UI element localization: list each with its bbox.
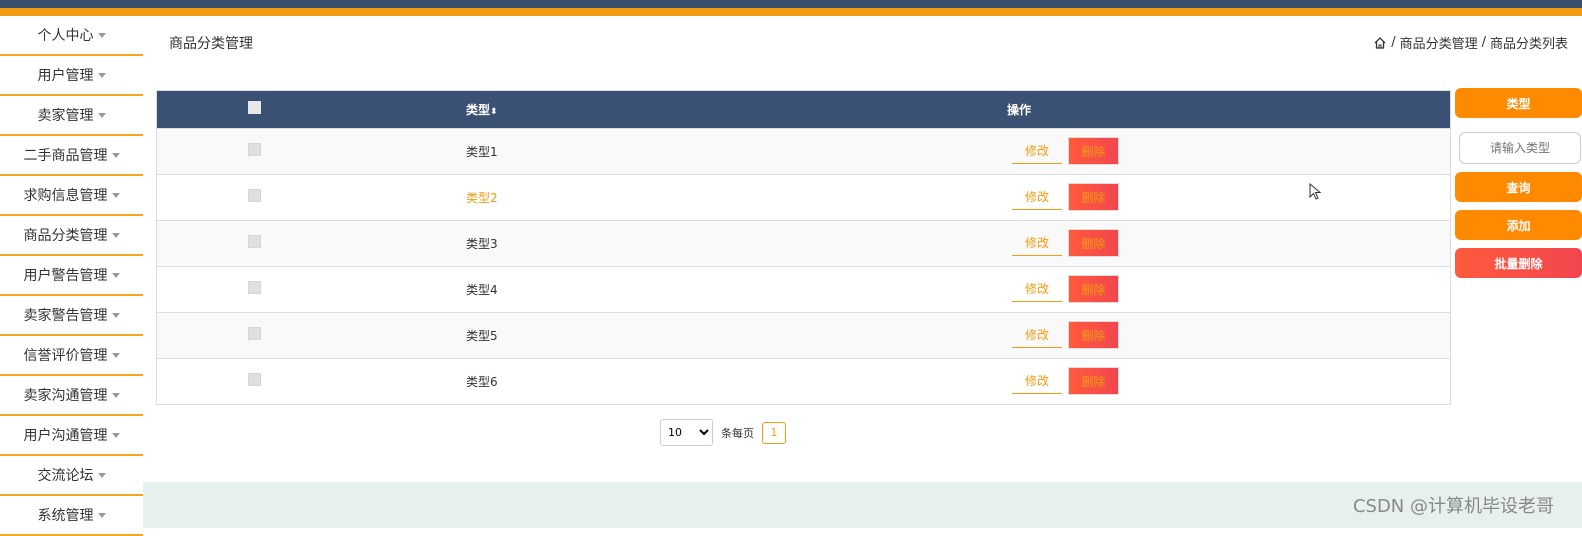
- column-header-type[interactable]: 类型⬍: [352, 91, 662, 128]
- sidebar-item-label: 用户沟通管理: [23, 428, 108, 444]
- category-table: 类型⬍ 操作 类型1 修改 删除 类型2 修改 删除 类型3 修改 删除 类型4…: [156, 90, 1451, 405]
- sidebar-item-label: 二手商品管理: [23, 148, 108, 164]
- chevron-down-icon: [111, 272, 120, 278]
- row-checkbox[interactable]: [248, 189, 261, 202]
- table-row: 类型2 修改 删除: [157, 174, 1450, 220]
- column-header-label: 类型: [466, 102, 491, 117]
- chevron-down-icon: [111, 232, 120, 238]
- page-number-button[interactable]: 1: [762, 421, 786, 444]
- sidebar-item-seller-chat[interactable]: 卖家沟通管理: [0, 376, 143, 416]
- chevron-down-icon: [97, 512, 106, 518]
- sidebar-item-seller-warnings[interactable]: 卖家警告管理: [0, 296, 143, 336]
- sidebar-item-user-warnings[interactable]: 用户警告管理: [0, 256, 143, 296]
- delete-button[interactable]: 删除: [1068, 183, 1119, 211]
- per-page-label: 条每页: [721, 426, 754, 440]
- edit-button[interactable]: 修改: [1012, 322, 1062, 348]
- delete-button[interactable]: 删除: [1068, 321, 1119, 349]
- breadcrumb-separator: /: [1391, 35, 1396, 50]
- select-all-checkbox[interactable]: [248, 101, 261, 115]
- row-checkbox[interactable]: [248, 143, 261, 156]
- delete-button[interactable]: 删除: [1068, 367, 1119, 396]
- table-row: 类型1 修改 删除: [157, 128, 1450, 174]
- type-cell: 类型5: [466, 328, 498, 343]
- sidebar-item-label: 卖家管理: [37, 108, 94, 124]
- type-label-button: 类型: [1455, 88, 1582, 118]
- breadcrumb-item-current: 商品分类列表: [1489, 37, 1568, 52]
- chevron-down-icon: [111, 192, 120, 198]
- sidebar-item-label: 用户管理: [37, 68, 94, 84]
- sidebar-item-categories[interactable]: 商品分类管理: [0, 216, 143, 256]
- chevron-down-icon: [111, 432, 120, 438]
- mouse-pointer-icon: [1309, 183, 1322, 200]
- sidebar-item-sellers[interactable]: 卖家管理: [0, 96, 143, 136]
- sidebar-item-forum[interactable]: 交流论坛: [0, 456, 143, 496]
- sidebar-item-label: 商品分类管理: [23, 228, 108, 244]
- sidebar-item-label: 交流论坛: [37, 468, 94, 484]
- search-panel: 类型 查询 添加 批量删除: [1455, 88, 1582, 286]
- table-row: 类型3 修改 删除: [157, 220, 1450, 266]
- breadcrumb: / 商品分类管理 / 商品分类列表: [1373, 33, 1568, 52]
- type-cell: 类型4: [466, 282, 498, 297]
- table-row: 类型4 修改 删除: [157, 266, 1450, 312]
- top-bar-stripe: [0, 8, 1582, 16]
- breadcrumb-separator: /: [1481, 35, 1486, 50]
- table-header-row: 类型⬍ 操作: [157, 91, 1450, 128]
- row-checkbox[interactable]: [248, 373, 261, 387]
- sidebar-item-users[interactable]: 用户管理: [0, 56, 143, 96]
- sidebar-item-profile[interactable]: 个人中心: [0, 16, 143, 56]
- delete-button[interactable]: 删除: [1068, 275, 1119, 303]
- column-header-actions: 操作: [1007, 102, 1032, 117]
- query-button[interactable]: 查询: [1455, 172, 1582, 202]
- chevron-down-icon: [97, 32, 106, 38]
- chevron-down-icon: [111, 352, 120, 358]
- chevron-down-icon: [97, 112, 106, 118]
- sidebar-item-reviews[interactable]: 信誉评价管理: [0, 336, 143, 376]
- chevron-down-icon: [97, 472, 106, 478]
- sidebar-item-wanted[interactable]: 求购信息管理: [0, 176, 143, 216]
- sidebar-item-user-chat[interactable]: 用户沟通管理: [0, 416, 143, 456]
- top-bar: [0, 0, 1582, 16]
- sidebar-item-system[interactable]: 系统管理: [0, 496, 143, 536]
- type-cell: 类型2: [466, 190, 498, 205]
- edit-button[interactable]: 修改: [1012, 368, 1062, 394]
- page-title: 商品分类管理: [169, 36, 253, 52]
- sidebar-item-label: 用户警告管理: [23, 268, 108, 284]
- page-size-select[interactable]: 10: [660, 419, 713, 446]
- type-cell: 类型3: [466, 236, 498, 251]
- type-search-input[interactable]: [1459, 132, 1581, 164]
- sidebar-item-label: 求购信息管理: [23, 188, 108, 204]
- sidebar-item-label: 个人中心: [37, 28, 94, 44]
- edit-button[interactable]: 修改: [1012, 184, 1062, 210]
- sidebar: 个人中心 用户管理 卖家管理 二手商品管理 求购信息管理 商品分类管理 用户警告…: [0, 16, 143, 536]
- pagination: 10 条每页 1: [660, 419, 786, 446]
- sidebar-item-goods[interactable]: 二手商品管理: [0, 136, 143, 176]
- chevron-down-icon: [111, 152, 120, 158]
- sidebar-item-label: 系统管理: [37, 508, 94, 524]
- type-cell: 类型6: [466, 374, 498, 389]
- edit-button[interactable]: 修改: [1012, 276, 1062, 302]
- sidebar-item-label: 卖家警告管理: [23, 308, 108, 324]
- row-checkbox[interactable]: [248, 281, 261, 294]
- delete-button[interactable]: 删除: [1068, 229, 1119, 257]
- table-row: 类型5 修改 删除: [157, 312, 1450, 358]
- sidebar-item-label: 卖家沟通管理: [23, 388, 108, 404]
- table-row: 类型6 修改 删除: [157, 358, 1450, 404]
- add-button[interactable]: 添加: [1455, 210, 1582, 240]
- type-cell: 类型1: [466, 144, 498, 159]
- chevron-down-icon: [97, 72, 106, 78]
- edit-button[interactable]: 修改: [1012, 230, 1062, 256]
- sidebar-item-label: 信誉评价管理: [23, 348, 108, 364]
- home-icon[interactable]: [1373, 36, 1387, 50]
- chevron-down-icon: [111, 312, 120, 318]
- row-checkbox[interactable]: [248, 235, 261, 248]
- chevron-down-icon: [111, 392, 120, 398]
- batch-delete-button[interactable]: 批量删除: [1455, 248, 1582, 278]
- watermark: CSDN @计算机毕设老哥: [1352, 496, 1554, 517]
- breadcrumb-item[interactable]: 商品分类管理: [1400, 33, 1478, 52]
- row-checkbox[interactable]: [248, 327, 261, 340]
- delete-button[interactable]: 删除: [1068, 137, 1119, 165]
- sort-icon[interactable]: ⬍: [490, 107, 498, 117]
- edit-button[interactable]: 修改: [1012, 138, 1062, 164]
